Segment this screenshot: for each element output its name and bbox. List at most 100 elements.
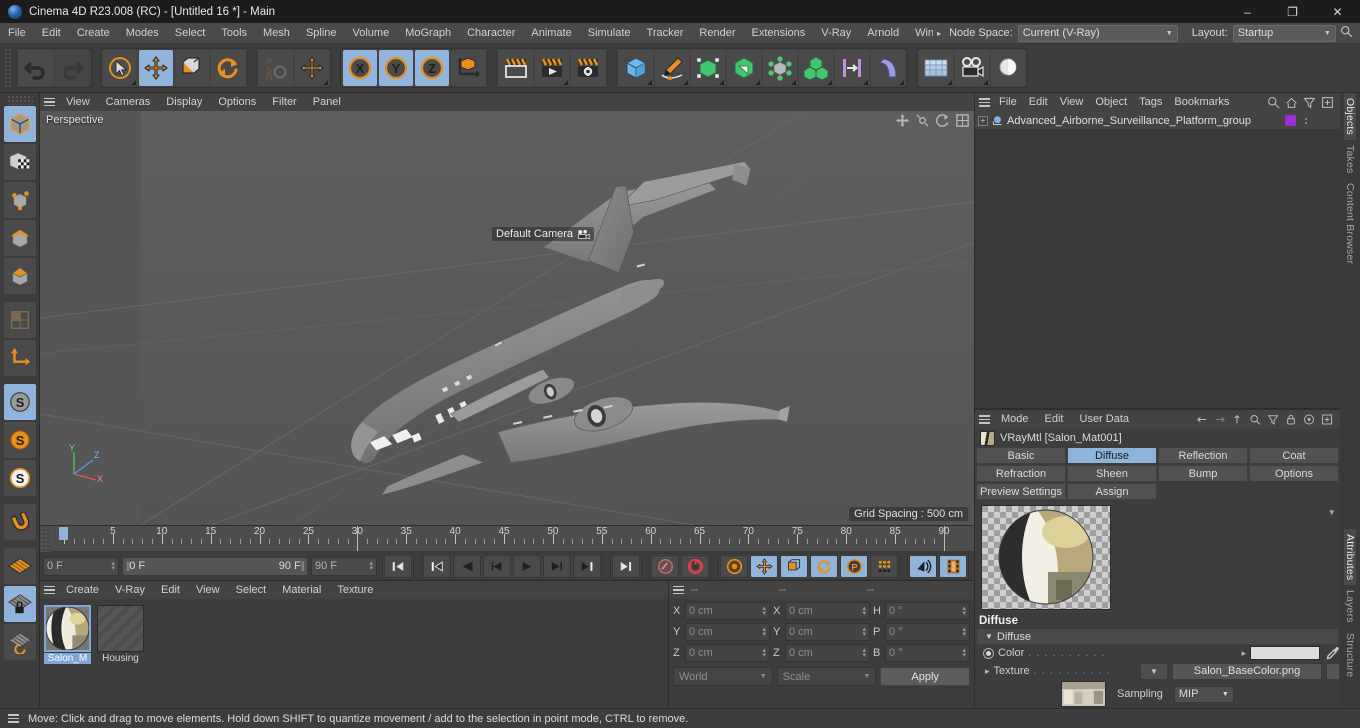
go-to-previous-key-button[interactable] xyxy=(423,554,451,578)
attribute-hamburger-icon[interactable] xyxy=(975,415,993,424)
object-menu-edit[interactable]: Edit xyxy=(1023,93,1054,112)
material-item-housing[interactable]: Housing xyxy=(97,605,144,664)
scale-tool-button[interactable] xyxy=(175,50,209,86)
magnet-button[interactable] xyxy=(3,504,36,540)
material-menu-material[interactable]: Material xyxy=(274,580,329,601)
current-frame-field[interactable]: 0 F ▴ ▾ xyxy=(43,556,119,576)
add-array-button[interactable] xyxy=(799,50,833,86)
add-spline-button[interactable] xyxy=(655,50,689,86)
target-icon[interactable] xyxy=(1303,413,1317,427)
home-icon[interactable] xyxy=(1285,96,1299,110)
viewport-menu-display[interactable]: Display xyxy=(158,93,210,111)
viewport-maximize-icon[interactable] xyxy=(955,113,970,128)
live-selection-button[interactable] xyxy=(103,50,137,86)
menu-animate[interactable]: Animate xyxy=(523,23,579,44)
vtab-attributes[interactable]: Attributes xyxy=(1344,528,1356,585)
undo-button[interactable] xyxy=(19,50,53,86)
coord-system-select[interactable]: World ▼ xyxy=(673,667,773,686)
menu-extensions[interactable]: Extensions xyxy=(743,23,813,44)
menu-character[interactable]: Character xyxy=(459,23,523,44)
rotation-h-input[interactable]: 0 ° ▴ ▾ xyxy=(885,602,970,620)
size-mode-select[interactable]: Scale ▼ xyxy=(776,667,877,686)
lock-y-button[interactable]: Y xyxy=(379,50,413,86)
spinner-icon[interactable]: ▴ ▾ xyxy=(962,626,966,638)
material-menu-create[interactable]: Create xyxy=(58,580,107,601)
enable-snap-button[interactable]: S xyxy=(3,384,36,420)
spinner-icon[interactable]: ▴ ▾ xyxy=(862,647,866,659)
spinner-icon[interactable]: ▴ ▾ xyxy=(862,626,866,638)
viewport-scale-icon[interactable] xyxy=(915,113,930,128)
object-menu-bookmarks[interactable]: Bookmarks xyxy=(1168,93,1235,112)
add-light-button[interactable] xyxy=(991,50,1025,86)
menu-tracker[interactable]: Tracker xyxy=(639,23,692,44)
vtab-content-browser[interactable]: Content Browser xyxy=(1344,178,1356,269)
filter-icon[interactable] xyxy=(1303,96,1317,110)
record-active-objects-button[interactable] xyxy=(651,554,679,578)
material-preview[interactable] xyxy=(981,505,1111,611)
maximize-button[interactable]: ❐ xyxy=(1270,0,1315,23)
viewport-menu-cameras[interactable]: Cameras xyxy=(98,93,159,111)
sampling-select[interactable]: MIP ▼ xyxy=(1173,685,1234,703)
tab-assign[interactable]: Assign xyxy=(1067,483,1157,501)
material-hamburger-icon[interactable] xyxy=(40,585,58,595)
timeline-playhead[interactable] xyxy=(357,526,359,551)
timeline-playhead[interactable] xyxy=(944,526,945,551)
up-arrow-icon[interactable] xyxy=(1231,413,1245,427)
material-menu-select[interactable]: Select xyxy=(228,580,275,601)
viewport-rotate-icon[interactable] xyxy=(935,113,950,128)
position-z-input[interactable]: 0 cm ▴ ▾ xyxy=(685,644,770,662)
move-tool-button[interactable] xyxy=(139,50,173,86)
tab-coat[interactable]: Coat xyxy=(1249,447,1339,465)
eyedropper-icon[interactable] xyxy=(1324,645,1340,661)
vtab-layers[interactable]: Layers xyxy=(1344,585,1356,628)
texture-extra-field[interactable] xyxy=(1326,662,1340,680)
spinner-icon[interactable]: ▴ ▾ xyxy=(111,560,115,572)
material-menu-edit[interactable]: Edit xyxy=(153,580,188,601)
menu-simulate[interactable]: Simulate xyxy=(580,23,639,44)
spinner-icon[interactable]: ▴ ▾ xyxy=(762,647,766,659)
lock-grid-button[interactable] xyxy=(3,586,36,622)
material-item-salon[interactable]: Salon_M xyxy=(44,605,91,664)
preview-collapse-icon[interactable]: ▾ xyxy=(1329,505,1340,610)
points-mode-button[interactable] xyxy=(3,182,36,218)
color-radio[interactable] xyxy=(983,647,994,659)
search-icon[interactable] xyxy=(1267,96,1281,110)
viewport-hamburger-icon[interactable] xyxy=(40,97,58,107)
filter-icon[interactable] xyxy=(1267,413,1281,427)
play-forward-button[interactable] xyxy=(513,554,541,578)
object-tree-row[interactable]: + Advanced_Airborne_Surveillance_Platfor… xyxy=(975,112,1340,129)
spinner-icon[interactable]: ▴ ▾ xyxy=(762,605,766,617)
object-menu-tags[interactable]: Tags xyxy=(1133,93,1168,112)
keyframe-selection-button[interactable] xyxy=(720,554,748,578)
texture-file-field[interactable]: Salon_BaseColor.png xyxy=(1172,662,1322,680)
lock-workplane-button[interactable]: S xyxy=(3,460,36,496)
material-menu-texture[interactable]: Texture xyxy=(329,580,381,601)
attribute-menu-user-data[interactable]: User Data xyxy=(1072,410,1138,429)
apply-button[interactable]: Apply xyxy=(880,667,971,686)
position-key-button[interactable] xyxy=(750,554,778,578)
layout-select[interactable]: Startup ▼ xyxy=(1232,24,1336,42)
menu-render[interactable]: Render xyxy=(691,23,743,44)
render-to-picture-viewer-button[interactable] xyxy=(535,50,569,86)
menu-tools[interactable]: Tools xyxy=(213,23,255,44)
menu-mograph[interactable]: MoGraph xyxy=(397,23,459,44)
spinner-icon[interactable]: ▴ ▾ xyxy=(369,560,373,572)
viewport-move-icon[interactable] xyxy=(895,113,910,128)
size-y-input[interactable]: 0 cm ▴ ▾ xyxy=(785,623,870,641)
diffuse-group-bar[interactable]: ▼ Diffuse xyxy=(977,629,1338,644)
rotation-key-button[interactable] xyxy=(810,554,838,578)
tab-reflection[interactable]: Reflection xyxy=(1158,447,1248,465)
polygons-mode-button[interactable] xyxy=(3,258,36,294)
add-cube-button[interactable] xyxy=(619,50,653,86)
tab-sheen[interactable]: Sheen xyxy=(1067,465,1157,483)
tab-diffuse[interactable]: Diffuse xyxy=(1067,447,1157,465)
forward-arrow-icon[interactable] xyxy=(1213,413,1227,427)
preview-range-bar[interactable]: || 0 F 90 F || xyxy=(122,556,308,576)
menu-select[interactable]: Select xyxy=(167,23,214,44)
uv-mode-button[interactable] xyxy=(3,302,36,338)
go-to-end-button[interactable] xyxy=(612,554,640,578)
viewport-menu-filter[interactable]: Filter xyxy=(264,93,304,111)
texture-expand-icon[interactable]: ▸ xyxy=(985,666,990,677)
menu-overflow-arrow-icon[interactable]: ▸ xyxy=(933,29,945,38)
expand-toggle-icon[interactable]: + xyxy=(978,115,988,126)
